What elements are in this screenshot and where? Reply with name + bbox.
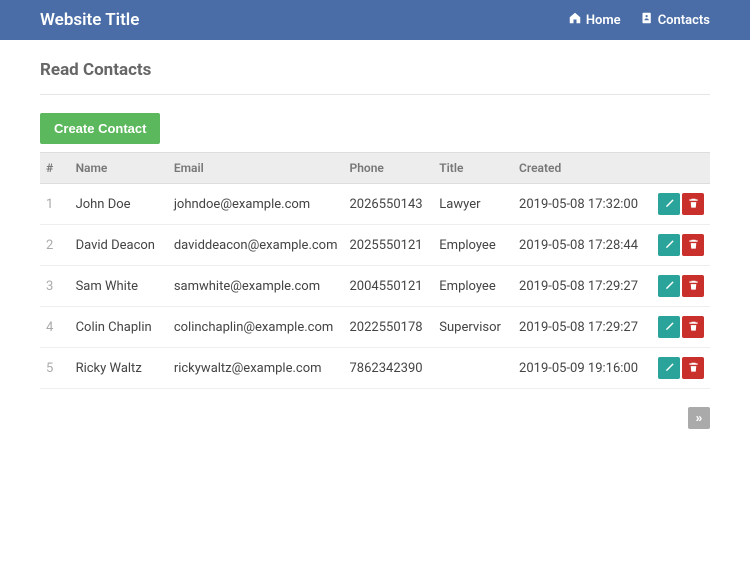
nav-home-label: Home bbox=[586, 13, 621, 28]
cell-title: Supervisor bbox=[433, 307, 513, 348]
cell-created: 2019-05-08 17:29:27 bbox=[513, 266, 650, 307]
table-row: 3Sam Whitesamwhite@example.com2004550121… bbox=[40, 266, 710, 307]
cell-actions bbox=[650, 266, 710, 307]
delete-button[interactable] bbox=[682, 234, 704, 256]
pagination: » bbox=[40, 407, 710, 429]
contacts-icon bbox=[641, 12, 653, 28]
cell-idx: 4 bbox=[40, 307, 70, 348]
navbar-nav: Home Contacts bbox=[569, 12, 710, 28]
cell-idx: 2 bbox=[40, 225, 70, 266]
nav-home-link[interactable]: Home bbox=[569, 12, 621, 28]
next-page-button[interactable]: » bbox=[688, 407, 710, 429]
cell-idx: 3 bbox=[40, 266, 70, 307]
th-title: Title bbox=[433, 153, 513, 184]
trash-icon bbox=[688, 238, 699, 253]
delete-button[interactable] bbox=[682, 275, 704, 297]
cell-name: David Deacon bbox=[70, 225, 168, 266]
content: Read Contacts Create Contact # Name Emai… bbox=[0, 40, 750, 449]
trash-icon bbox=[688, 279, 699, 294]
edit-button[interactable] bbox=[658, 193, 680, 215]
site-title: Website Title bbox=[40, 10, 139, 30]
cell-phone: 2026550143 bbox=[344, 184, 434, 225]
cell-phone: 2022550178 bbox=[344, 307, 434, 348]
trash-icon bbox=[688, 320, 699, 335]
th-phone: Phone bbox=[344, 153, 434, 184]
navbar: Website Title Home Contacts bbox=[0, 0, 750, 40]
cell-title: Employee bbox=[433, 266, 513, 307]
cell-title: Employee bbox=[433, 225, 513, 266]
cell-email: johndoe@example.com bbox=[168, 184, 344, 225]
th-idx: # bbox=[40, 153, 70, 184]
cell-actions bbox=[650, 184, 710, 225]
delete-button[interactable] bbox=[682, 316, 704, 338]
cell-email: daviddeacon@example.com bbox=[168, 225, 344, 266]
table-row: 5Ricky Waltzrickywaltz@example.com786234… bbox=[40, 348, 710, 389]
cell-title: Lawyer bbox=[433, 184, 513, 225]
contacts-table: # Name Email Phone Title Created 1John D… bbox=[40, 152, 710, 389]
cell-actions bbox=[650, 348, 710, 389]
cell-actions bbox=[650, 307, 710, 348]
edit-button[interactable] bbox=[658, 357, 680, 379]
th-name: Name bbox=[70, 153, 168, 184]
nav-contacts-label: Contacts bbox=[658, 13, 710, 28]
cell-created: 2019-05-09 19:16:00 bbox=[513, 348, 650, 389]
table-header-row: # Name Email Phone Title Created bbox=[40, 153, 710, 184]
delete-button[interactable] bbox=[682, 357, 704, 379]
pencil-icon bbox=[664, 238, 675, 253]
pencil-icon bbox=[664, 320, 675, 335]
pencil-icon bbox=[664, 361, 675, 376]
edit-button[interactable] bbox=[658, 275, 680, 297]
cell-phone: 7862342390 bbox=[344, 348, 434, 389]
home-icon bbox=[569, 12, 581, 28]
table-row: 4Colin Chaplincolinchaplin@example.com20… bbox=[40, 307, 710, 348]
cell-actions bbox=[650, 225, 710, 266]
edit-button[interactable] bbox=[658, 234, 680, 256]
pencil-icon bbox=[664, 279, 675, 294]
th-email: Email bbox=[168, 153, 344, 184]
cell-email: rickywaltz@example.com bbox=[168, 348, 344, 389]
cell-idx: 5 bbox=[40, 348, 70, 389]
cell-idx: 1 bbox=[40, 184, 70, 225]
create-contact-button[interactable]: Create Contact bbox=[40, 113, 160, 144]
cell-email: samwhite@example.com bbox=[168, 266, 344, 307]
cell-phone: 2025550121 bbox=[344, 225, 434, 266]
cell-created: 2019-05-08 17:28:44 bbox=[513, 225, 650, 266]
cell-phone: 2004550121 bbox=[344, 266, 434, 307]
table-row: 2David Deacondaviddeacon@example.com2025… bbox=[40, 225, 710, 266]
trash-icon bbox=[688, 361, 699, 376]
cell-created: 2019-05-08 17:32:00 bbox=[513, 184, 650, 225]
cell-name: Sam White bbox=[70, 266, 168, 307]
cell-name: Ricky Waltz bbox=[70, 348, 168, 389]
trash-icon bbox=[688, 197, 699, 212]
edit-button[interactable] bbox=[658, 316, 680, 338]
cell-email: colinchaplin@example.com bbox=[168, 307, 344, 348]
delete-button[interactable] bbox=[682, 193, 704, 215]
nav-contacts-link[interactable]: Contacts bbox=[641, 12, 710, 28]
page-title: Read Contacts bbox=[40, 60, 710, 95]
th-actions bbox=[650, 153, 710, 184]
table-row: 1John Doejohndoe@example.com2026550143La… bbox=[40, 184, 710, 225]
th-created: Created bbox=[513, 153, 650, 184]
cell-name: John Doe bbox=[70, 184, 168, 225]
cell-name: Colin Chaplin bbox=[70, 307, 168, 348]
cell-title bbox=[433, 348, 513, 389]
cell-created: 2019-05-08 17:29:27 bbox=[513, 307, 650, 348]
pencil-icon bbox=[664, 197, 675, 212]
